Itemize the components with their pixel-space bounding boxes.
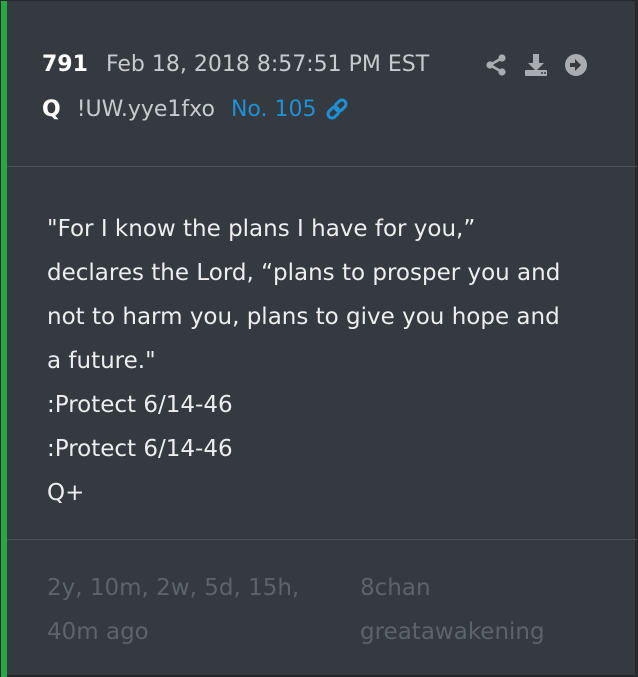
share-icon[interactable] [483, 52, 509, 78]
message-line: :Protect 6/14-46 [47, 436, 233, 462]
message-line: not to harm you, plans to give you hope … [47, 304, 560, 330]
link-icon[interactable] [324, 96, 350, 122]
message-line: :Protect 6/14-46 [47, 392, 233, 418]
time-ago-line: 40m ago [47, 619, 149, 645]
post-author: Q [42, 96, 61, 122]
post-number: 791 [42, 51, 88, 77]
post-meta-line: 791 Feb 18, 2018 8:57:51 PM EST [42, 49, 429, 79]
post-footer: 2y, 10m, 2w, 5d, 15h, 40m ago 8chan grea… [7, 540, 637, 677]
post-link[interactable]: No. 105 [231, 97, 317, 122]
post-author-line: Q !UW.yye1fxo No. 105 [42, 94, 350, 124]
source-line: greatawakening [360, 619, 545, 645]
source-line: 8chan [360, 575, 431, 601]
post-tripcode: !UW.yye1fxo [76, 96, 215, 122]
time-ago-line: 2y, 10m, 2w, 5d, 15h, [47, 575, 300, 601]
post-message: "For I know the plans I have for you,” d… [47, 207, 607, 515]
post-body: "For I know the plans I have for you,” d… [7, 167, 637, 540]
post-time-ago: 2y, 10m, 2w, 5d, 15h, 40m ago [47, 566, 337, 654]
message-line: "For I know the plans I have for you,” [47, 216, 476, 242]
post-date: Feb 18, 2018 8:57:51 PM EST [105, 51, 430, 77]
post-actions [483, 51, 603, 79]
download-icon[interactable] [523, 52, 549, 78]
post-source: 8chan greatawakening [360, 566, 600, 654]
arrow-circle-right-icon[interactable] [563, 52, 589, 78]
message-line: declares the Lord, “plans to prosper you… [47, 260, 561, 286]
message-line: a future." [47, 348, 156, 374]
message-line: Q+ [47, 480, 85, 506]
post-header: 791 Feb 18, 2018 8:57:51 PM EST Q !UW.yy… [7, 1, 637, 167]
post-card: 791 Feb 18, 2018 8:57:51 PM EST Q !UW.yy… [0, 0, 637, 677]
